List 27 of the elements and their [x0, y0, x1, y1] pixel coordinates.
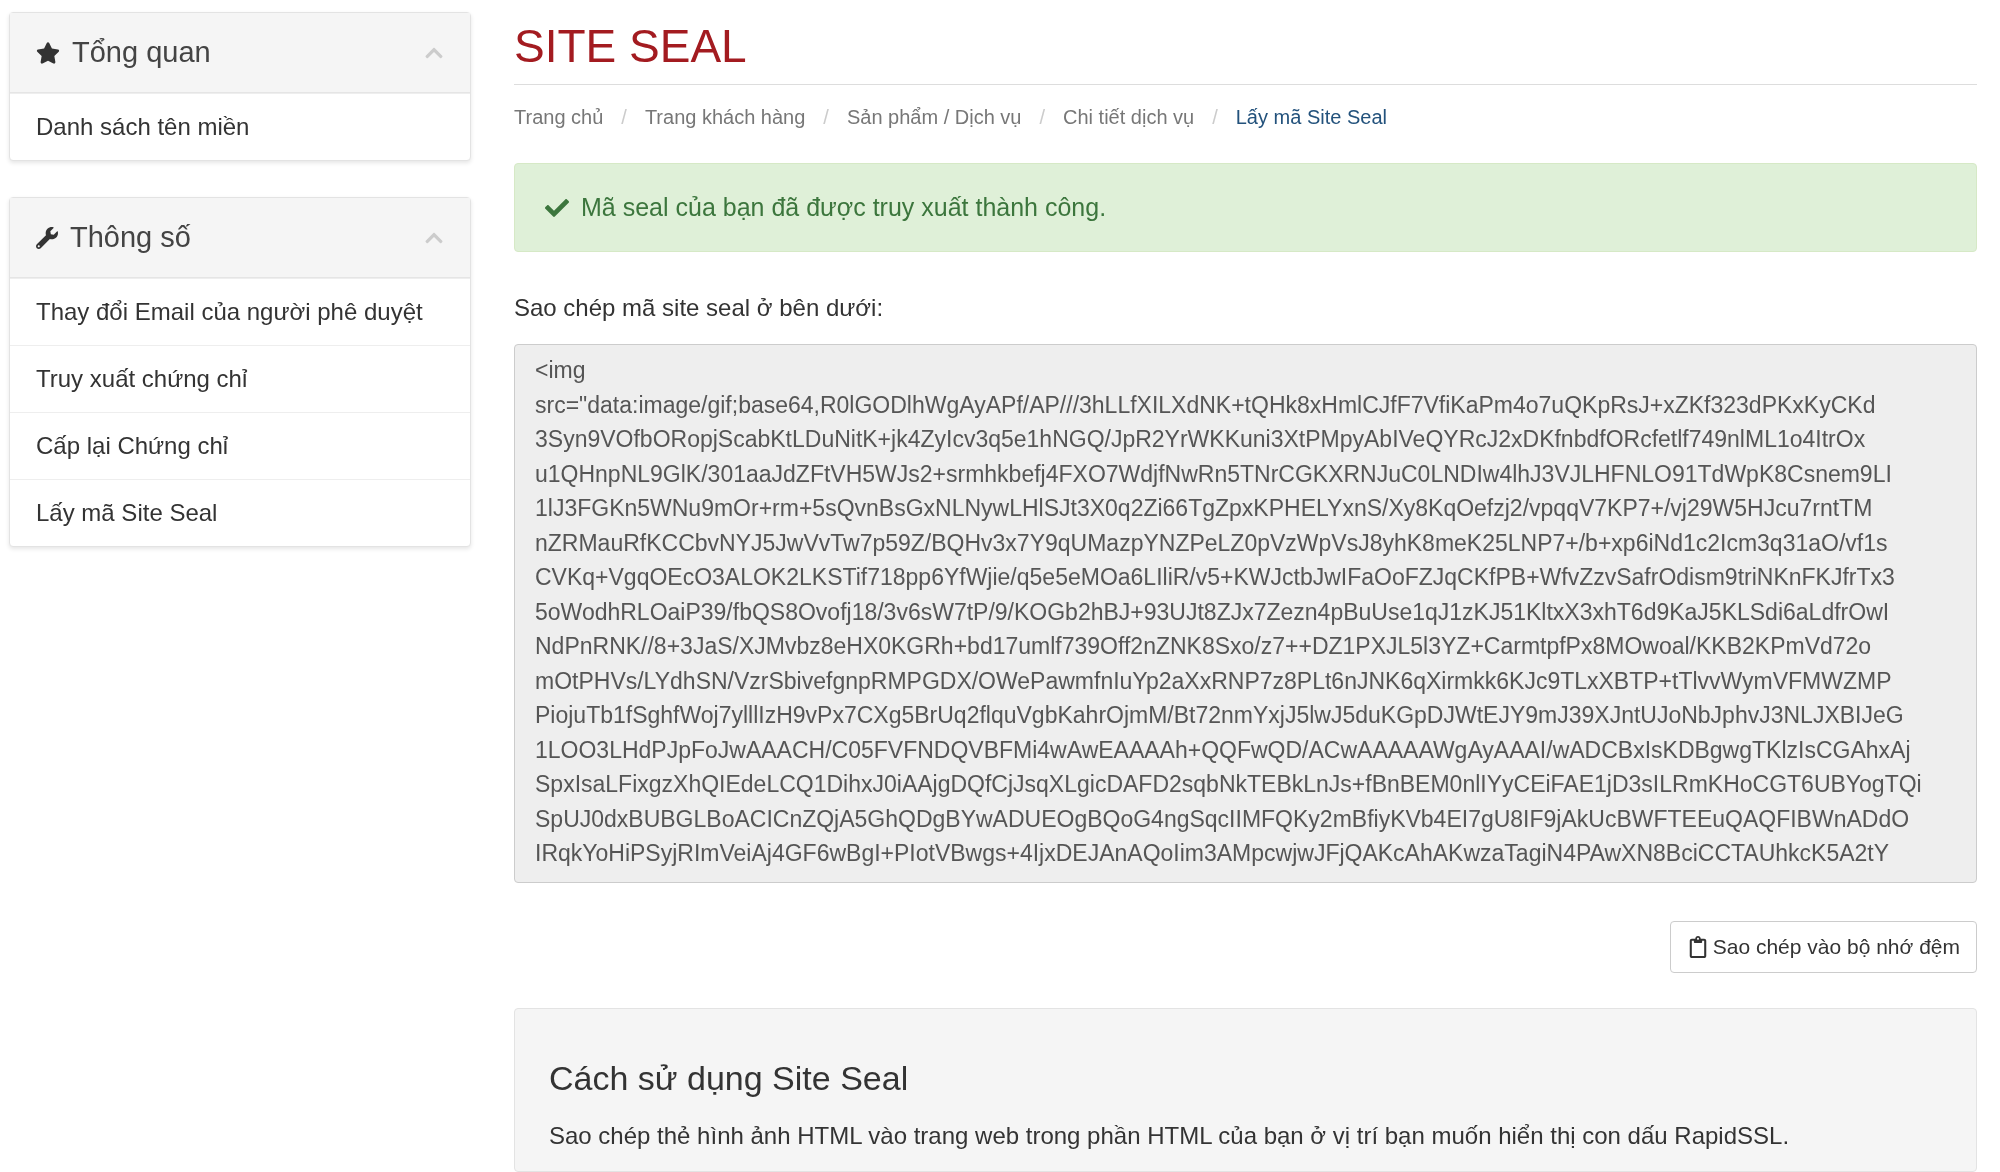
code-label: Sao chép mã site seal ở bên dưới:: [514, 293, 885, 323]
breadcrumb-separator: /: [1039, 105, 1045, 130]
breadcrumb-link[interactable]: Trang khách hàng: [644, 102, 806, 132]
sidebar-item[interactable]: Truy xuất chứng chỉ: [10, 345, 470, 412]
usage-title: Cách sử dụng Site Seal: [549, 1058, 910, 1099]
breadcrumb-separator: /: [823, 105, 829, 130]
breadcrumb-separator: /: [621, 105, 627, 130]
panel-title: Tổng quan: [72, 34, 212, 70]
sidebar-item[interactable]: Danh sách tên miền: [10, 93, 470, 160]
sidebar-item[interactable]: Cấp lại Chứng chỉ: [10, 412, 470, 479]
panel-header[interactable]: Thông số: [10, 198, 470, 278]
wrench-icon: [36, 226, 58, 249]
breadcrumb-link[interactable]: Chi tiết dịch vụ: [1063, 102, 1195, 132]
copy-button[interactable]: Sao chép vào bộ nhớ đệm: [1669, 921, 1977, 973]
breadcrumb-link[interactable]: Sản phẩm / Dịch vụ: [846, 102, 1022, 132]
page-title: SITE SEAL: [514, 19, 748, 74]
sidebar-item[interactable]: Lấy mã Site Seal: [10, 479, 470, 546]
alert-text: Mã seal của bạn đã được truy xuất thành công.: [581, 191, 1107, 223]
code-field[interactable]: <img src="data:image/gif;base64,R0lGODlhWgAyAPf/AP///3hLLfXILXdNK+tQHk8xHmlCJfF7VfiKaPm4o7uQKpRsJ+xZKf323dPKxKyCKd 3Syn9VOfbORopjScabKtLDuNitK+jk4ZyIcv3q5e1hNGQ/JpR2YrWKKuni3XtPMpyAbIVeQYRcJ2xDKfnbdfORcfetlf749nlML1o4ItrOx u1QHnpNL9GlK/301aaJdZFtVH5WJs2+srmhkbefj4FXO7WdjfNwRn5TNrCGKXRNJuC0LNDIw4lhJ3VJLHFNLO91TdWpK8Csnem9LI 1lJ3FGKn5WNu9mOr+rm+5sQvnBsGxNLNywLHlSJt3X0q2Zi66TgZpxKPHELYxnS/Xy8KqOefzj2/vpqqV7KP7+/vj29W5HJcu7rntTM nZRMauRfKCCbvNYJ5JwVvTw7p59Z/BQHv3x7Y9qUMazpYNZPeLZ0pVzWpVsJ8yhK8meK25LNP7+/b+xp6iNd1c2Icm3q31aO/vf1s CVKq+VgqOEcO3ALOK2LKSTif718pp6YfWjie/q5e5eMOa6LIliR/v5+KWJctbJwIFaOoFZJqCKfPB+WfvZzvSafrOdism9triNKnFKJfrTx3 5oWodhRLOaiP39/fbQS8Ovofj18/3v6sW7tP/9/KOGb2hBJ+93UJt8ZJx7Zezn4pBuUse1qJ1zKJ51KltxX3xhT6d9KaJ5KLSdi6aLdfrOwI NdPnRNK//8+3JaS/XJMvbz8eHX0KGRh+bd17umlf739Off2nZNK8Sxo/z7++DZ1PXJL5l3YZ+CarmtpfPx8MOwoal/KKB2KPmVd72o mOtPHVs/LYdhSN/VzrSbivefgnpRMPGDX/OWePawmfnIuYp2aXxRNP7z8PLt6nJNK6qXirmkk6KJc9TLxXBTP+tTlvvWymVFMWZMP PiojuTb1fSghfWoj7ylllIzH9vPx7CXg5BrUq2flquVgbKahrOjmM/Bt72nmYxjJ5lwJ5duKGpDJWtEJY9mJ39XJntUJoNbJphvJ3NLJXBIJeG 1LOO3LHdPJpFoJwAAACH/C05FVFNDQVBFMi4wAwEAAAAh+QQFwQD/ACwAAAAAWgAyAAAI/wADCBxIsKDBgwgTKlzIsCGAhxAj SpxIsaLFixgzXhQIEdeLCQ1DihxJ0iAAjgDQfCjJsqXLgicDAFD2sqbNkTEBkLnJs+fBnBEM0nlIYyCEiFAE1jD3sILRmKHoCGT6UBYogTQi SpUJ0dxBUBGLBoACICnZQjA5GhQDgBYwADUEOgBQoG4ngSqcIIMFQKy2mBfiyKVb4EI7gU8IF9jAkUcBWFTEEuQAQFIBWnADdO IRqkYoHiPSyjRImVeiAj4GF6wBgI+PIotVBwgs+4IjxDEJAnAQoIim3AMpcwjwJFjQAKcAhAKwzaTagiN4PAwXN8BciCCTAUhkcK5A2tY: [514, 344, 1977, 883]
star-icon: [36, 40, 60, 65]
breadcrumb-link[interactable]: Lấy mã Site Seal: [1235, 102, 1387, 132]
usage-text: Sao chép thẻ hình ảnh HTML vào trang web trong phần HTML của bạn ở vị trí bạn muốn hiển thị con dấu RapidSSL.: [549, 1121, 1791, 1151]
panel-title: Thông số: [70, 219, 192, 255]
breadcrumb-separator: /: [1212, 105, 1218, 130]
breadcrumb-link[interactable]: Trang chủ: [514, 102, 604, 132]
panel-header[interactable]: Tổng quan: [10, 13, 470, 93]
sidebar-item[interactable]: Thay đổi Email của người phê duyệt: [10, 278, 470, 345]
